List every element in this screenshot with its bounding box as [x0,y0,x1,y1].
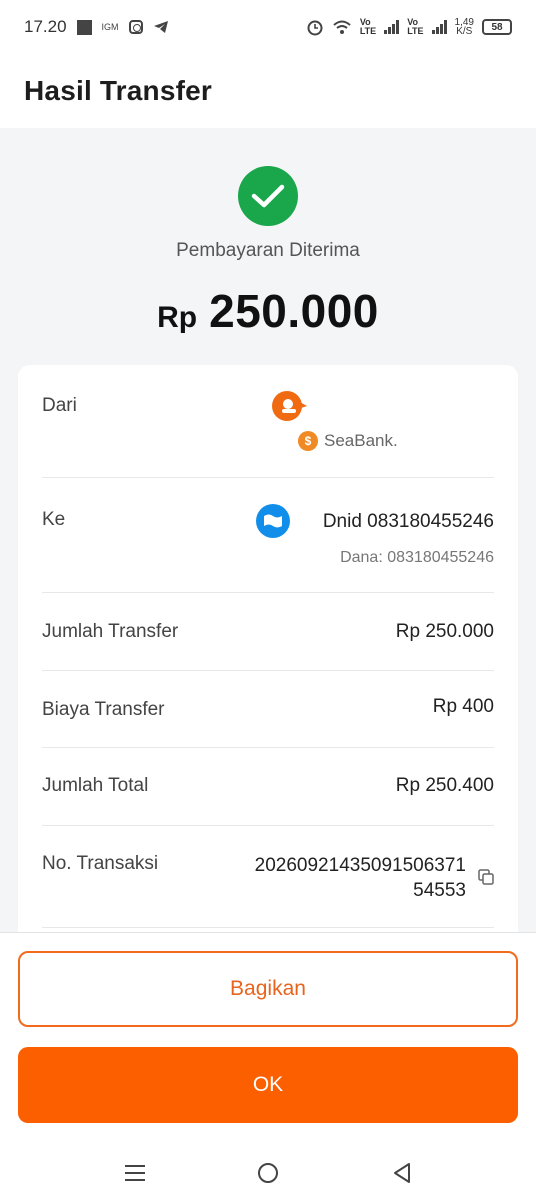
total-value: Rp 250.400 [395,775,494,796]
notification-square-icon [76,19,92,35]
detail-row-total: Jumlah Total Rp 250.400 [42,748,494,826]
to-account-sub: Dana: 083180455246 [340,549,494,566]
wifi-icon [333,20,351,34]
total-label: Jumlah Total [42,775,149,796]
to-label: Ke [42,509,66,530]
network-2-label: Vo LTE [407,17,424,36]
amount-row-value: Rp 250.000 [395,621,494,642]
to-account-name: Dnid 083180455246 [322,511,494,532]
payment-amount: Rp 250.000 [0,284,536,338]
from-label: Dari [42,395,77,416]
seabank-logo-icon [272,391,307,421]
detail-row-transaction: No. Transaksi 20260921435091506371 54553 [42,826,494,928]
system-nav-bar [0,1145,536,1200]
page-title: Hasil Transfer [24,75,212,106]
payment-summary: Pembayaran Diterima Rp 250.000 [0,128,536,364]
instagram-icon [128,20,143,34]
ok-button[interactable]: OK [18,1047,518,1123]
status-time: 17.20 [24,17,67,36]
telegram-icon [153,21,168,33]
notification-text: IGM [101,22,119,32]
copy-icon[interactable] [478,869,494,885]
home-icon[interactable] [254,1159,282,1187]
bottom-action-panel: Bagikan OK [0,932,536,1200]
fee-label: Biaya Transfer [42,699,165,720]
detail-row-from: Dari $ SeaBank. [42,365,494,478]
detail-row-fee: Biaya Transfer Rp 400 [42,671,494,748]
status-bar: 17.20 IGM Vo LTE Vo LTE 1,49 K/S 58 [0,0,536,54]
share-button[interactable]: Bagikan [18,951,518,1027]
transaction-number: 20260921435091506371 54553 [254,855,466,901]
fee-value: Rp 400 [432,696,494,717]
from-bank: $ SeaBank. [298,431,398,451]
amount-label: Jumlah Transfer [42,621,179,642]
amount-value: 250.000 [209,285,379,337]
detail-row-to: Ke Dnid 083180455246 Dana: 083180455246 [42,478,494,593]
dana-icon [256,504,290,538]
detail-row-amount: Jumlah Transfer Rp 250.000 [42,593,494,671]
network-1-label: Vo LTE [359,17,377,36]
amount-currency: Rp [157,301,198,334]
payment-status: Pembayaran Diterima [176,240,360,261]
transfer-details-card: Dari $ SeaBank. Ke Dnid 083180455246 Dan… [18,365,518,945]
success-check-icon [238,166,298,226]
transaction-label: No. Transaksi [42,853,159,874]
signal-1-icon [384,20,400,34]
back-icon[interactable] [388,1159,416,1187]
header: Hasil Transfer [0,54,536,128]
battery-icon: 58 [482,19,512,35]
network-speed: 1,49 K/S [454,17,474,37]
seabank-coin-icon: $ [298,431,318,451]
menu-icon[interactable] [121,1159,149,1187]
signal-2-icon [431,20,447,34]
from-bank-name: SeaBank. [324,431,398,450]
alarm-icon [307,20,323,36]
